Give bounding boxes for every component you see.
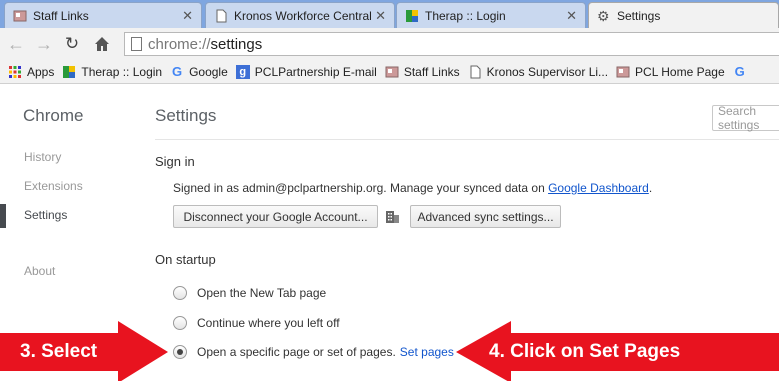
bookmark-pcl-home[interactable]: PCL Home Page xyxy=(616,65,725,79)
google-icon: G xyxy=(734,63,745,79)
address-bar[interactable]: chrome://settings xyxy=(124,32,779,56)
annotation-click-set-pages-label: 4. Click on Set Pages xyxy=(489,341,681,362)
url-scheme: chrome:// xyxy=(148,35,211,53)
signed-in-text: Signed in as admin@pclpartnership.org. M… xyxy=(173,181,652,195)
tab-therap[interactable]: Therap :: Login ✕ xyxy=(396,2,586,28)
on-startup-heading: On startup xyxy=(155,252,216,267)
annotation-select-label: 3. Select xyxy=(20,341,98,362)
search-placeholder: Search settings xyxy=(718,104,760,132)
sidebar-item-about[interactable]: About xyxy=(24,264,55,278)
staff-links-favicon xyxy=(385,66,399,77)
bookmark-label: Therap :: Login xyxy=(81,64,163,79)
tab-title: Settings xyxy=(617,8,661,23)
radio-label: Continue where you left off xyxy=(197,316,340,330)
startup-option-continue[interactable]: Continue where you left off xyxy=(173,316,340,330)
radio-button-checked[interactable] xyxy=(173,345,187,359)
startup-option-specific-pages[interactable]: Open a specific page or set of pages. Se… xyxy=(173,345,454,359)
home-icon[interactable] xyxy=(92,34,112,54)
startup-option-new-tab[interactable]: Open the New Tab page xyxy=(173,286,326,300)
close-icon[interactable]: ✕ xyxy=(182,8,193,24)
bookmark-google-2[interactable]: G xyxy=(733,63,752,79)
bookmark-staff-links[interactable]: Staff Links xyxy=(385,65,460,79)
tab-staff-links[interactable]: Staff Links ✕ xyxy=(4,2,202,28)
advanced-sync-button[interactable]: Advanced sync settings... xyxy=(410,205,561,228)
apps-icon xyxy=(9,65,21,78)
sidebar-selection-marker xyxy=(0,204,6,228)
tab-kronos[interactable]: Kronos Workforce Central ✕ xyxy=(205,2,395,28)
radio-button[interactable] xyxy=(173,286,187,300)
radio-label: Open a specific page or set of pages. xyxy=(197,345,396,359)
close-icon[interactable]: ✕ xyxy=(375,8,386,24)
google-icon: G xyxy=(172,63,183,79)
url-path: settings xyxy=(210,35,263,53)
sidebar-title: Chrome xyxy=(23,106,84,125)
tab-title: Therap :: Login xyxy=(425,8,506,23)
radio-button[interactable] xyxy=(173,316,187,330)
mail-favicon: g xyxy=(235,64,250,79)
back-arrow-icon[interactable]: ← xyxy=(6,34,26,54)
sidebar-item-history[interactable]: History xyxy=(24,150,61,164)
bookmark-label: PCL Home Page xyxy=(635,64,725,79)
close-icon[interactable]: ✕ xyxy=(566,8,577,24)
browser-window: Staff Links ✕ Kronos Workforce Central ✕… xyxy=(0,0,779,381)
signed-in-message: Signed in as admin@pclpartnership.org. M… xyxy=(173,181,549,195)
bookmark-therap[interactable]: Therap :: Login xyxy=(62,65,162,79)
page-title: Settings xyxy=(155,106,217,125)
staff-links-favicon xyxy=(616,66,630,77)
disconnect-account-button[interactable]: Disconnect your Google Account... xyxy=(173,205,378,228)
tab-settings[interactable]: ⚙ Settings xyxy=(588,2,779,28)
bookmark-label: PCLPartnership E-mail xyxy=(254,64,377,79)
bookmark-pcl-email[interactable]: g PCLPartnership E-mail xyxy=(235,64,377,79)
sign-in-heading: Sign in xyxy=(155,154,195,169)
therap-favicon xyxy=(406,9,418,22)
bookmark-label: Staff Links xyxy=(403,64,460,79)
signed-in-period: . xyxy=(648,181,653,195)
bookmark-label: Google xyxy=(189,64,228,79)
bookmark-label: Kronos Supervisor Li... xyxy=(486,64,609,79)
therap-favicon xyxy=(63,65,76,78)
document-favicon xyxy=(470,65,481,78)
search-input[interactable]: Search settings xyxy=(712,104,779,132)
reload-icon[interactable]: ↻ xyxy=(62,34,82,54)
bookmark-kronos[interactable]: Kronos Supervisor Li... xyxy=(468,65,608,79)
document-favicon xyxy=(216,9,227,22)
tab-title: Kronos Workforce Central xyxy=(234,8,372,23)
radio-label: Open the New Tab page xyxy=(197,286,327,300)
google-dashboard-link[interactable]: Google Dashboard xyxy=(548,181,649,195)
tab-title: Staff Links xyxy=(33,8,89,23)
toolbar: ← → ↻ chrome://settings xyxy=(0,28,779,60)
tab-strip: Staff Links ✕ Kronos Workforce Central ✕… xyxy=(0,0,779,28)
staff-links-favicon xyxy=(13,10,27,21)
set-pages-link[interactable]: Set pages xyxy=(400,345,454,359)
forward-arrow-icon[interactable]: → xyxy=(34,34,54,54)
bookmark-label: Apps xyxy=(27,64,55,79)
gear-icon: ⚙ xyxy=(597,7,610,24)
sidebar-item-extensions[interactable]: Extensions xyxy=(24,179,83,193)
divider xyxy=(155,139,779,140)
building-icon xyxy=(386,211,399,223)
page-icon xyxy=(131,37,142,51)
bookmarks-bar: Apps Therap :: Login G Google g PCLPartn… xyxy=(0,60,779,84)
sidebar-item-settings[interactable]: Settings xyxy=(24,208,67,222)
bookmark-google[interactable]: G Google xyxy=(170,63,228,79)
bookmark-apps[interactable]: Apps xyxy=(8,65,54,79)
